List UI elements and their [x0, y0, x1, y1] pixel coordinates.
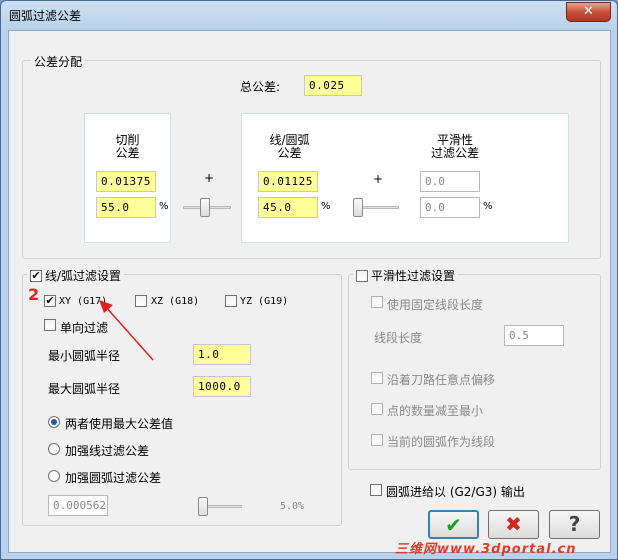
radio-enhance-arc[interactable] — [48, 470, 60, 482]
dialog-client: 公差分配 总公差: 0.025 切削 公差 0.01375 55.0 % + 线… — [8, 30, 611, 553]
cross-icon: ✖ — [505, 512, 522, 536]
plane-yz-label: YZ (G19) — [240, 296, 289, 307]
line-arc-tolerance-title: 线/圆弧 公差 — [252, 134, 327, 160]
tolerance-group: 公差分配 总公差: 0.025 切削 公差 0.01375 55.0 % + 线… — [22, 53, 601, 259]
cut-line-slider-thumb[interactable] — [200, 198, 210, 217]
minimize-points-label: 点的数量减至最小 — [387, 404, 484, 418]
question-icon: ? — [568, 512, 581, 536]
cut-tolerance-title: 切削 公差 — [85, 134, 170, 160]
cut-percent-input[interactable]: 55.0 — [96, 197, 156, 218]
radio-use-max-tolerance[interactable] — [48, 416, 60, 428]
plane-yz-checkbox[interactable] — [225, 295, 237, 307]
line-arc-tolerance-input[interactable]: 0.01125 — [258, 171, 318, 192]
bottom-slider-thumb[interactable] — [198, 497, 208, 516]
line-arc-filter-group: 线/弧过滤设置 ✔ 2 ✔ XY (G17) XZ (G18) YZ (G19)… — [22, 267, 342, 526]
offset-anywhere-checkbox[interactable] — [371, 372, 383, 384]
smooth-filter-label: 平滑性过滤设置 — [371, 269, 456, 283]
line-arc-tolerance-panel: 线/圆弧 公差 0.01125 45.0 % + 平滑性 过滤公差 0.0 0.… — [241, 113, 569, 243]
line-arc-filter-label: 线/弧过滤设置 — [45, 269, 122, 283]
line-arc-percent-sign: % — [321, 201, 331, 212]
watermark-text: 三维网www.3dportal.cn — [395, 542, 577, 557]
one-way-filter-checkbox[interactable] — [44, 319, 56, 331]
radio-enhance-arc-label: 加强圆弧过滤公差 — [65, 471, 162, 485]
radio-use-max-tolerance-label: 两者使用最大公差值 — [65, 417, 174, 431]
smooth-tolerance-title: 平滑性 过滤公差 — [420, 134, 490, 160]
annotation-number: 2 — [28, 285, 40, 304]
one-way-filter-label: 单向过滤 — [60, 321, 109, 335]
radio-enhance-line[interactable] — [48, 443, 60, 455]
total-tolerance-label: 总公差: — [240, 80, 281, 94]
cut-tolerance-panel: 切削 公差 0.01375 55.0 % — [84, 113, 171, 243]
cut-tolerance-title-line2: 公差 — [115, 146, 140, 160]
fixed-segment-label: 使用固定线段长度 — [387, 298, 484, 312]
plane-xy-checkbox[interactable]: ✔ — [44, 295, 56, 307]
max-radius-label: 最大圆弧半径 — [48, 382, 121, 396]
segment-length-label: 线段长度 — [374, 331, 423, 345]
bottom-tolerance-input[interactable]: 0.000562 — [48, 495, 108, 516]
cut-percent-sign: % — [159, 201, 169, 212]
arc-output-label: 圆弧进给以 (G2/G3) 输出 — [386, 485, 525, 499]
plus-sign-2: + — [373, 172, 384, 186]
cancel-button[interactable]: ✖ — [488, 510, 539, 539]
total-tolerance-input[interactable]: 0.025 — [304, 75, 362, 96]
arc-output-checkbox[interactable] — [370, 484, 382, 496]
help-button[interactable]: ? — [549, 510, 600, 539]
offset-anywhere-label: 沿着刀路任意点偏移 — [387, 373, 496, 387]
radio-enhance-line-label: 加强线过滤公差 — [65, 444, 150, 458]
smooth-percent-sign: % — [483, 201, 493, 212]
arc-as-segment-label: 当前的圆弧作为线段 — [387, 435, 496, 449]
line-arc-tolerance-title-line2: 公差 — [277, 146, 302, 160]
smooth-percent-input[interactable]: 0.0 — [420, 197, 480, 218]
window-title: 圆弧过滤公差 — [9, 9, 82, 23]
smooth-tolerance-input[interactable]: 0.0 — [420, 171, 480, 192]
title-bar[interactable]: 圆弧过滤公差 ✕ — [1, 1, 617, 29]
close-button[interactable]: ✕ — [566, 2, 611, 22]
min-radius-input[interactable]: 1.0 — [193, 344, 251, 365]
line-arc-filter-checkbox[interactable]: ✔ — [30, 270, 42, 282]
plus-sign-1: + — [204, 171, 215, 185]
segment-length-input[interactable]: 0.5 — [504, 325, 564, 346]
check-icon: ✔ — [445, 513, 462, 537]
smooth-filter-header: 平滑性过滤设置 — [353, 267, 459, 284]
ok-button[interactable]: ✔ — [428, 510, 479, 539]
max-radius-input[interactable]: 1000.0 — [193, 376, 251, 397]
tolerance-group-label: 公差分配 — [31, 53, 86, 70]
line-smooth-slider-thumb[interactable] — [353, 198, 363, 217]
fixed-segment-checkbox[interactable] — [371, 296, 383, 308]
smooth-filter-checkbox[interactable] — [356, 270, 368, 282]
arc-as-segment-checkbox[interactable] — [371, 434, 383, 446]
cut-tolerance-input[interactable]: 0.01375 — [96, 171, 156, 192]
smooth-filter-group: 平滑性过滤设置 使用固定线段长度 线段长度 0.5 沿着刀路任意点偏移 点的数量… — [348, 267, 601, 470]
min-radius-label: 最小圆弧半径 — [48, 349, 121, 363]
line-arc-percent-input[interactable]: 45.0 — [258, 197, 318, 218]
smooth-tolerance-title-line2: 过滤公差 — [430, 146, 479, 160]
dialog-window: 圆弧过滤公差 ✕ 公差分配 总公差: 0.025 切削 公差 0.01375 5… — [0, 0, 618, 560]
minimize-points-checkbox[interactable] — [371, 403, 383, 415]
bottom-percent-label: 5.0% — [280, 501, 305, 512]
